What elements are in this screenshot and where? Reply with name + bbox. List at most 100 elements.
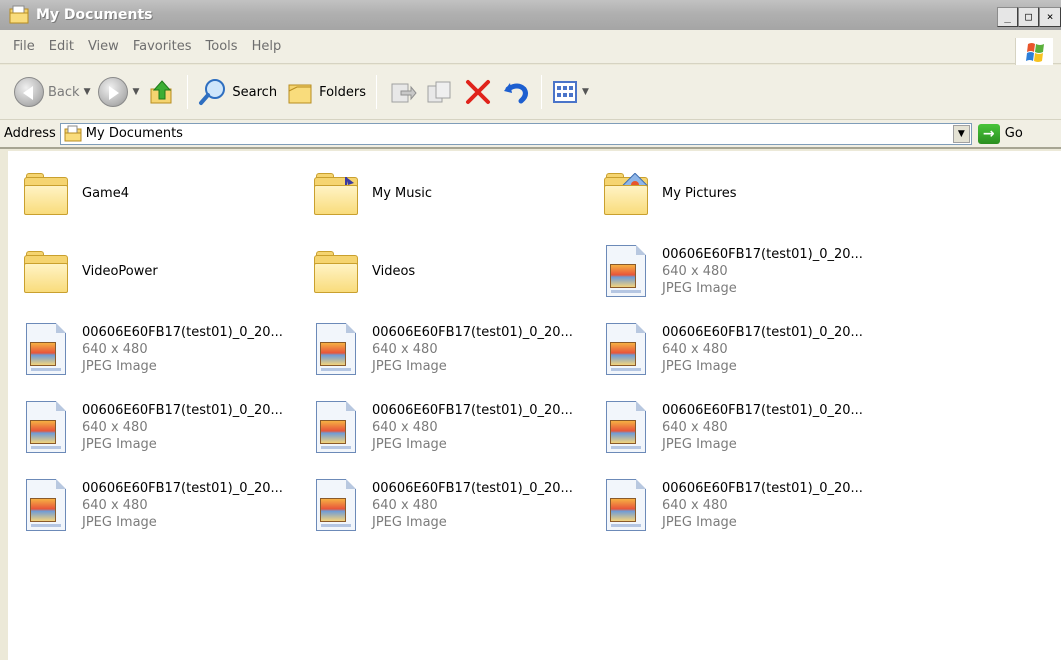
go-button[interactable]: → Go — [977, 123, 1023, 144]
toolbar-separator — [541, 75, 543, 109]
menu-file[interactable]: File — [6, 39, 42, 54]
file-item[interactable]: 00606E60FB17(test01)_0_20... 640 x 480 JPE… — [18, 315, 303, 383]
item-name: 00606E60FB17(test01)_0_20... — [372, 402, 573, 418]
maximize-button[interactable]: □ — [1018, 7, 1039, 27]
item-dimensions: 640 x 480 — [82, 341, 148, 357]
move-to-button[interactable] — [383, 72, 421, 112]
folder-item[interactable]: VideoPower — [18, 237, 303, 305]
undo-icon — [504, 83, 528, 104]
menu-help[interactable]: Help — [245, 39, 289, 54]
folder-item[interactable]: My Music — [308, 159, 593, 227]
forward-dropdown-icon[interactable]: ▼ — [132, 87, 139, 97]
item-type: JPEG Image — [372, 436, 447, 452]
copy-to-icon — [427, 81, 451, 103]
item-name: 00606E60FB17(test01)_0_20... — [662, 246, 863, 262]
folder-icon — [308, 241, 364, 301]
file-item[interactable]: 00606E60FB17(test01)_0_20... 640 x 480 JPE… — [598, 393, 883, 461]
back-dropdown-icon[interactable]: ▼ — [84, 87, 91, 97]
address-bar: Address My Documents ▼ → Go — [0, 120, 1061, 149]
close-button[interactable]: × — [1039, 7, 1061, 27]
item-type: JPEG Image — [372, 514, 447, 530]
folder-item[interactable]: Videos — [308, 237, 593, 305]
item-text: 00606E60FB17(test01)_0_20... 640 x 480 JPE… — [82, 324, 283, 375]
item-name: 00606E60FB17(test01)_0_20... — [662, 402, 863, 418]
folders-button[interactable]: Folders — [281, 72, 370, 112]
jpeg-image-icon — [308, 319, 364, 379]
search-button[interactable]: Search — [194, 72, 281, 112]
folder-icon — [18, 163, 74, 223]
jpeg-image-icon — [598, 397, 654, 457]
item-name: VideoPower — [82, 263, 158, 279]
item-text: VideoPower — [82, 263, 158, 280]
item-text: 00606E60FB17(test01)_0_20... 640 x 480 JPE… — [82, 402, 283, 453]
back-arrow-icon — [14, 77, 44, 107]
delete-icon — [466, 80, 491, 104]
up-folder-button[interactable] — [143, 72, 181, 112]
item-name: My Music — [372, 185, 433, 201]
item-dimensions: 640 x 480 — [662, 341, 728, 357]
menu-favorites[interactable]: Favorites — [126, 39, 199, 54]
item-name: Videos — [372, 263, 416, 279]
item-text: 00606E60FB17(test01)_0_20... 640 x 480 JPE… — [372, 324, 573, 375]
file-item[interactable]: 00606E60FB17(test01)_0_20... 640 x 480 JPE… — [308, 393, 593, 461]
item-dimensions: 640 x 480 — [372, 419, 438, 435]
windows-logo-icon — [1015, 38, 1053, 68]
jpeg-image-icon — [598, 241, 654, 301]
file-item[interactable]: 00606E60FB17(test01)_0_20... 640 x 480 JPE… — [598, 237, 883, 305]
jpeg-image-icon — [18, 397, 74, 457]
folder-item[interactable]: Game4 — [18, 159, 303, 227]
minimize-button[interactable]: _ — [997, 7, 1018, 27]
item-text: 00606E60FB17(test01)_0_20... 640 x 480 JPE… — [82, 480, 283, 531]
menu-tools[interactable]: Tools — [199, 39, 245, 54]
item-type: JPEG Image — [662, 514, 737, 530]
forward-button[interactable]: ▼ — [94, 72, 143, 112]
item-text: 00606E60FB17(test01)_0_20... 640 x 480 JPE… — [372, 402, 573, 453]
jpeg-image-icon — [308, 397, 364, 457]
item-name: Game4 — [82, 185, 129, 201]
back-button[interactable]: Back ▼ — [10, 72, 94, 112]
file-item[interactable]: 00606E60FB17(test01)_0_20... 640 x 480 JPE… — [18, 471, 303, 539]
window-title: My Documents — [36, 7, 153, 23]
views-dropdown-icon[interactable]: ▼ — [582, 87, 589, 97]
undo-button[interactable] — [497, 72, 535, 112]
address-value: My Documents — [85, 126, 183, 141]
my-documents-icon — [64, 125, 82, 141]
folders-label: Folders — [319, 84, 367, 100]
item-name: 00606E60FB17(test01)_0_20... — [662, 480, 863, 496]
menu-edit[interactable]: Edit — [42, 39, 81, 54]
item-name: 00606E60FB17(test01)_0_20... — [82, 402, 283, 418]
item-dimensions: 640 x 480 — [662, 263, 728, 279]
toolbar: Back ▼ ▼ Search Folders ▼ — [0, 65, 1061, 120]
menu-bar: File Edit View Favorites Tools Help — [0, 30, 1061, 64]
item-name: 00606E60FB17(test01)_0_20... — [372, 324, 573, 340]
jpeg-image-icon — [598, 475, 654, 535]
item-dimensions: 640 x 480 — [372, 341, 438, 357]
item-name: 00606E60FB17(test01)_0_20... — [372, 480, 573, 496]
views-button[interactable]: ▼ — [548, 72, 593, 112]
item-text: 00606E60FB17(test01)_0_20... 640 x 480 JPE… — [662, 480, 863, 531]
menu-view[interactable]: View — [81, 39, 126, 54]
file-item[interactable]: 00606E60FB17(test01)_0_20... 640 x 480 JPE… — [308, 315, 593, 383]
pictures-folder-icon — [598, 163, 654, 223]
file-item[interactable]: 00606E60FB17(test01)_0_20... 640 x 480 JPE… — [598, 315, 883, 383]
go-arrow-icon: → — [977, 123, 1000, 144]
item-dimensions: 640 x 480 — [372, 497, 438, 513]
title-bar[interactable]: My Documents _ □ × — [0, 0, 1061, 30]
copy-to-button[interactable] — [421, 72, 459, 112]
item-dimensions: 640 x 480 — [82, 497, 148, 513]
back-label: Back — [48, 84, 80, 100]
search-icon — [199, 79, 226, 105]
item-type: JPEG Image — [662, 280, 737, 296]
toolbar-separator — [376, 75, 378, 109]
views-icon — [553, 81, 578, 103]
address-dropdown-icon[interactable]: ▼ — [952, 124, 970, 143]
folders-icon — [288, 84, 312, 104]
delete-button[interactable] — [459, 72, 497, 112]
folder-item[interactable]: My Pictures — [598, 159, 883, 227]
jpeg-image-icon — [18, 475, 74, 535]
file-item[interactable]: 00606E60FB17(test01)_0_20... 640 x 480 JPE… — [18, 393, 303, 461]
toolbar-separator — [187, 75, 189, 109]
address-input[interactable]: My Documents ▼ — [59, 122, 972, 145]
file-item[interactable]: 00606E60FB17(test01)_0_20... 640 x 480 JPE… — [308, 471, 593, 539]
file-item[interactable]: 00606E60FB17(test01)_0_20... 640 x 480 JPE… — [598, 471, 883, 539]
